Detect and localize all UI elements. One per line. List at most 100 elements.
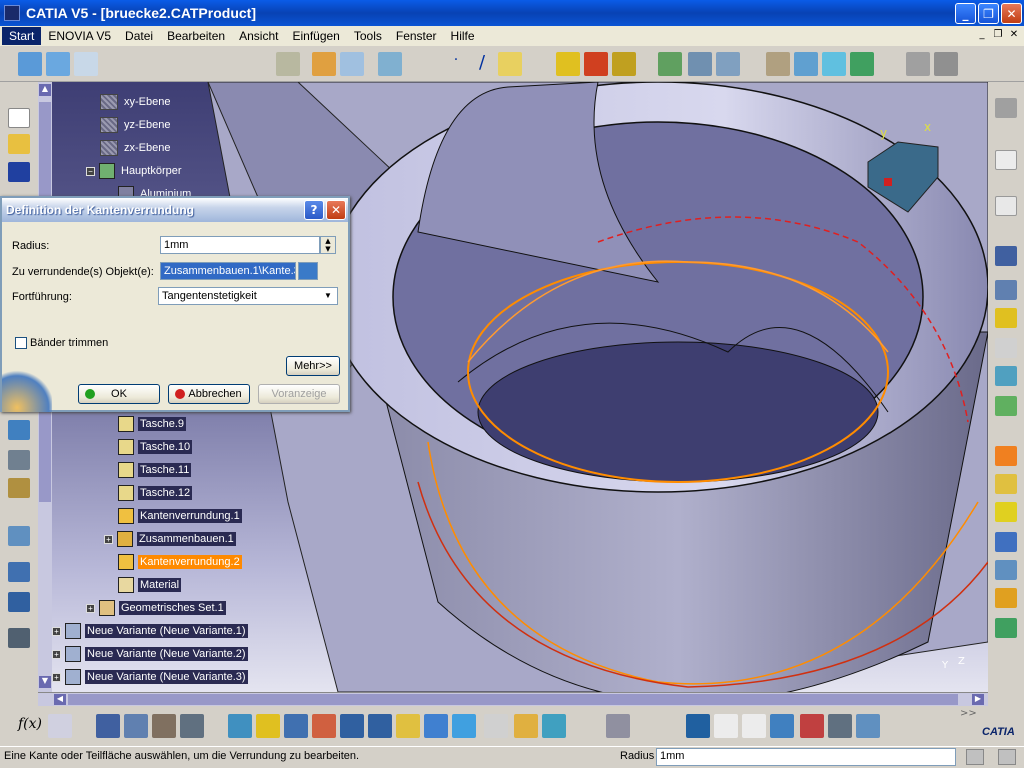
gear-icon[interactable] — [995, 98, 1017, 118]
chamfer-icon[interactable] — [995, 474, 1017, 494]
menu-hilfe[interactable]: Hilfe — [444, 29, 482, 43]
box-icon[interactable] — [766, 52, 790, 76]
menu-einfuegen[interactable]: Einfügen — [285, 29, 346, 43]
edge-selection-icon[interactable] — [298, 262, 318, 280]
eraser-icon[interactable] — [822, 52, 846, 76]
thickness-icon[interactable] — [995, 560, 1017, 580]
measure-icon[interactable] — [688, 52, 712, 76]
tool-g-icon[interactable] — [828, 714, 852, 738]
part-icon[interactable] — [312, 52, 336, 76]
scroll-left-icon[interactable]: ◀ — [54, 694, 66, 705]
tool-f-icon[interactable] — [800, 714, 824, 738]
tool-e-icon[interactable] — [770, 714, 794, 738]
tree-item-tasche-12[interactable]: Tasche.12 — [118, 483, 193, 503]
zoom-in-icon[interactable] — [340, 714, 364, 738]
pattern-icon[interactable] — [8, 592, 30, 612]
units-icon[interactable] — [742, 714, 766, 738]
tree-item-zusammenbauen-1[interactable]: + Zusammenbauen.1 — [104, 529, 236, 549]
draft-icon[interactable] — [995, 502, 1017, 522]
stiffener-icon[interactable] — [995, 396, 1017, 416]
dialog-title-bar[interactable]: Definition der Kantenverrundung — [2, 198, 348, 222]
tree-item-variant-3[interactable]: + Neue Variante (Neue Variante.3) — [52, 667, 248, 687]
shading-icon[interactable] — [484, 714, 508, 738]
scroll-right-icon[interactable]: ▶ — [972, 694, 984, 705]
chevron-down-icon[interactable]: ▼ — [321, 289, 335, 303]
tree-item-kantenverrundung-2[interactable]: Kantenverrundung.2 — [118, 552, 242, 572]
scale-icon[interactable] — [995, 618, 1017, 638]
distribute-icon[interactable] — [934, 52, 958, 76]
multi-view-icon[interactable] — [424, 714, 448, 738]
pan-icon[interactable] — [284, 714, 308, 738]
refresh-icon[interactable] — [612, 52, 636, 76]
normal-view-icon[interactable] — [396, 714, 420, 738]
update-icon[interactable] — [556, 52, 580, 76]
book-icon[interactable] — [850, 52, 874, 76]
edge-fillet-icon[interactable] — [995, 446, 1017, 466]
tree-item-tasche-9[interactable]: Tasche.9 — [118, 414, 187, 434]
constraint-icon[interactable] — [378, 52, 402, 76]
maximize-button[interactable]: ❐ — [978, 3, 999, 24]
hierarchy-icon[interactable] — [124, 714, 148, 738]
fly-icon[interactable] — [228, 714, 252, 738]
rib-icon[interactable] — [995, 338, 1017, 358]
measure-between-icon[interactable] — [8, 420, 30, 440]
collapse-icon[interactable]: − — [86, 166, 95, 176]
expand-icon[interactable]: + — [52, 672, 61, 682]
swirl-icon[interactable] — [686, 714, 710, 738]
radius-spinner[interactable]: ▲ ▼ — [320, 236, 336, 254]
formula-icon[interactable]: f(x) — [18, 716, 42, 732]
what-this-icon[interactable] — [74, 52, 98, 76]
hole-icon[interactable] — [995, 308, 1017, 328]
shell-icon[interactable] — [995, 532, 1017, 552]
fit-all-icon[interactable] — [256, 714, 280, 738]
doc-close-button[interactable]: ✕ — [1007, 29, 1021, 42]
select-arrow-icon[interactable] — [995, 150, 1017, 170]
status-tool2-icon[interactable] — [998, 749, 1016, 765]
more-tools-icon[interactable]: >> — [960, 708, 977, 719]
sketcher-icon[interactable] — [995, 196, 1017, 216]
tree-item-kantenverrundung-1[interactable]: Kantenverrundung.1 — [118, 506, 242, 526]
tree-item-tasche-11[interactable]: Tasche.11 — [118, 460, 192, 480]
scroll-down-icon[interactable]: ▼ — [39, 676, 51, 688]
scroll-up-icon[interactable]: ▲ — [39, 84, 51, 96]
catia-app-icon[interactable] — [4, 5, 20, 21]
hscroll-thumb[interactable] — [68, 694, 958, 705]
tool-c-icon[interactable] — [8, 562, 30, 582]
close-button[interactable]: ✕ — [1001, 3, 1022, 24]
ok-button[interactable]: OK — [78, 384, 160, 404]
align-icon[interactable] — [906, 52, 930, 76]
tree-item-yz-plane[interactable]: yz-Ebene — [100, 115, 172, 135]
tool-b-icon[interactable] — [8, 526, 30, 546]
tree-item-tasche-10[interactable]: Tasche.10 — [118, 437, 193, 457]
tool-a-icon[interactable] — [8, 450, 30, 470]
tree-item-zx-plane[interactable]: zx-Ebene — [100, 138, 172, 158]
status-tool-icon[interactable] — [966, 749, 984, 765]
slot-icon[interactable] — [995, 366, 1017, 386]
pad-icon[interactable] — [995, 246, 1017, 266]
dialog-close-button[interactable]: ✕ — [326, 200, 346, 220]
lock2-icon[interactable] — [152, 714, 176, 738]
doc-restore-button[interactable]: ❐ — [991, 29, 1005, 42]
analysis-icon[interactable] — [658, 52, 682, 76]
catalog-icon[interactable] — [276, 52, 300, 76]
tree-item-xy-plane[interactable]: xy-Ebene — [100, 92, 172, 112]
shaft-icon[interactable] — [995, 280, 1017, 300]
menu-enovia[interactable]: ENOVIA V5 — [41, 29, 118, 43]
tree-item-variant-1[interactable]: + Neue Variante (Neue Variante.1) — [52, 621, 248, 641]
plane-icon[interactable] — [498, 52, 522, 76]
stop-icon[interactable] — [584, 52, 608, 76]
open-folder-icon[interactable] — [8, 134, 30, 154]
assembly-icon[interactable] — [340, 52, 364, 76]
tool-h-icon[interactable] — [856, 714, 880, 738]
status-radius-input[interactable]: 1mm — [656, 748, 956, 766]
lock-icon[interactable] — [8, 478, 30, 498]
menu-ansicht[interactable]: Ansicht — [232, 29, 285, 43]
menu-fenster[interactable]: Fenster — [389, 29, 444, 43]
cancel-button[interactable]: Abbrechen — [168, 384, 250, 404]
comment-icon[interactable] — [48, 714, 72, 738]
radius-input[interactable]: 1mm — [160, 236, 320, 254]
expand-icon[interactable]: + — [52, 649, 61, 659]
point-icon[interactable]: · — [444, 52, 468, 76]
grid-icon[interactable] — [46, 52, 70, 76]
list-icon[interactable] — [180, 714, 204, 738]
